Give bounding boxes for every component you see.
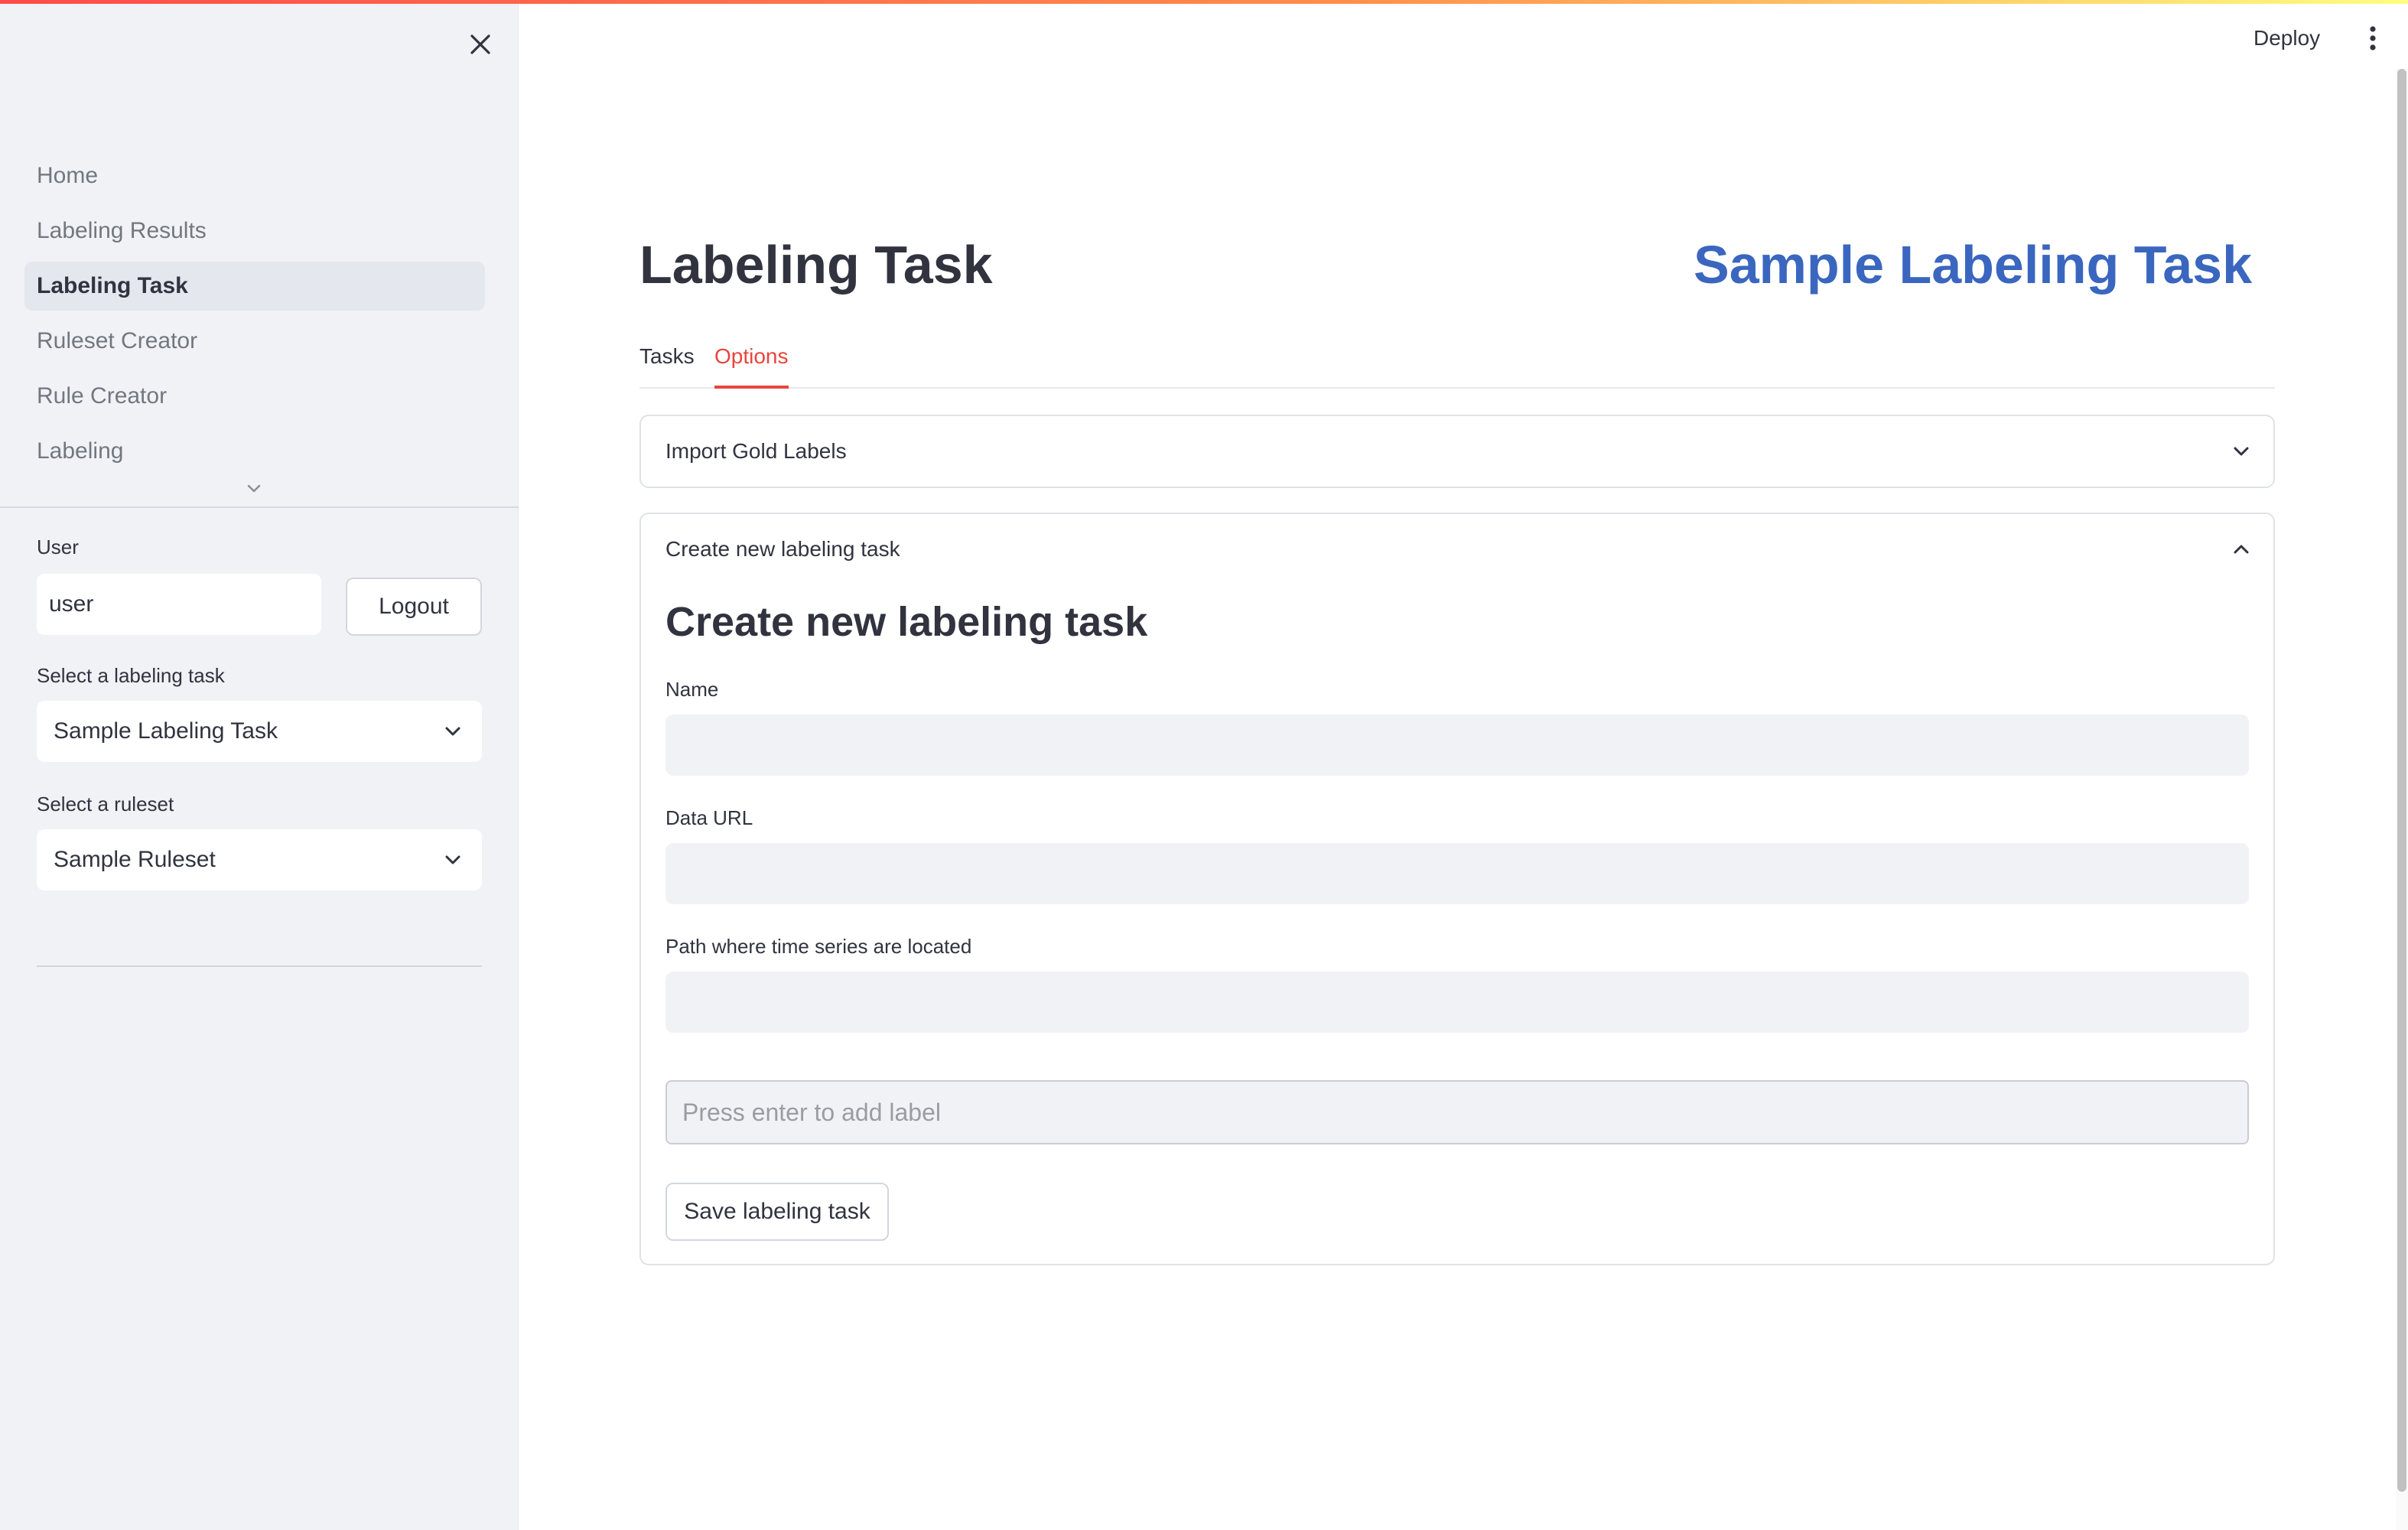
chevron-down-icon [445, 855, 460, 864]
sidebar-divider [0, 506, 519, 508]
sidebar-item-label: Labeling Task [37, 273, 188, 298]
sidebar-item-label: Ruleset Creator [37, 328, 198, 353]
sidebar-item-label: Home [37, 163, 99, 188]
sidebar-item-label: Labeling Results [37, 218, 207, 243]
import-gold-labels-expander: Import Gold Labels [639, 415, 2275, 488]
current-task-title: Sample Labeling Task [1694, 235, 2253, 295]
scrollbar-thumb[interactable] [2397, 69, 2406, 1492]
save-labeling-task-button[interactable]: Save labeling task [665, 1183, 889, 1241]
name-field[interactable] [665, 715, 2249, 776]
chevron-down-icon [445, 727, 460, 736]
sidebar-item-label: Labeling [37, 438, 124, 464]
chevron-down-icon [247, 484, 261, 493]
sidebar-item-label: Rule Creator [37, 383, 168, 409]
more-vertical-icon [2370, 26, 2376, 50]
tab-options[interactable]: Options [714, 341, 789, 389]
main-menu-button[interactable] [2361, 21, 2385, 55]
path-field-label: Path where time series are located [665, 935, 972, 958]
data-url-field-label: Data URL [665, 806, 753, 829]
name-field-label: Name [665, 678, 719, 701]
user-label: User [37, 536, 79, 558]
task-select-value: Sample Labeling Task [54, 718, 278, 744]
section-heading: Create new labeling task [665, 599, 1148, 645]
tab-tasks[interactable]: Tasks [639, 341, 695, 389]
ruleset-select[interactable]: Sample Ruleset [37, 829, 482, 890]
logout-button[interactable]: Logout [346, 578, 482, 636]
tab-bar: Tasks Options [639, 341, 2275, 389]
task-select[interactable]: Sample Labeling Task [37, 701, 482, 762]
tab-label: Options [714, 344, 789, 368]
sidebar-item-ruleset-creator[interactable]: Ruleset Creator [24, 317, 485, 366]
ruleset-select-value: Sample Ruleset [54, 847, 216, 872]
sidebar-item-home[interactable]: Home [24, 151, 485, 200]
expander-label: Import Gold Labels [665, 439, 847, 463]
sidebar-nav: Home Labeling Results Labeling Task Rule… [24, 151, 485, 505]
sidebar-item-labeling-results[interactable]: Labeling Results [24, 207, 485, 256]
create-task-header[interactable]: Create new labeling task [641, 514, 2273, 584]
sidebar-item-labeling-task[interactable]: Labeling Task [24, 262, 485, 311]
close-icon [470, 34, 490, 54]
nav-expand-button[interactable] [246, 483, 262, 498]
create-task-expander: Create new labeling task Create new labe… [639, 513, 2275, 1265]
add-label-input[interactable] [665, 1080, 2249, 1144]
close-sidebar-button[interactable] [459, 23, 502, 66]
sidebar-item-rule-creator[interactable]: Rule Creator [24, 372, 485, 421]
sidebar-item-labeling[interactable]: Labeling [24, 427, 485, 476]
ruleset-select-label: Select a ruleset [37, 793, 174, 815]
data-url-field[interactable] [665, 843, 2249, 904]
task-select-label: Select a labeling task [37, 664, 225, 687]
deploy-button[interactable]: Deploy [2253, 21, 2320, 55]
expander-label: Create new labeling task [665, 537, 900, 561]
app-top-decoration [0, 0, 2408, 4]
import-gold-labels-header[interactable]: Import Gold Labels [641, 416, 2273, 487]
tab-label: Tasks [639, 344, 695, 368]
chevron-down-icon [2234, 447, 2249, 456]
sidebar: Home Labeling Results Labeling Task Rule… [0, 0, 519, 1530]
user-input[interactable] [37, 574, 321, 635]
page-title: Labeling Task [639, 235, 993, 295]
path-field[interactable] [665, 972, 2249, 1033]
chevron-up-icon [2234, 545, 2249, 554]
sidebar-divider [37, 965, 482, 967]
